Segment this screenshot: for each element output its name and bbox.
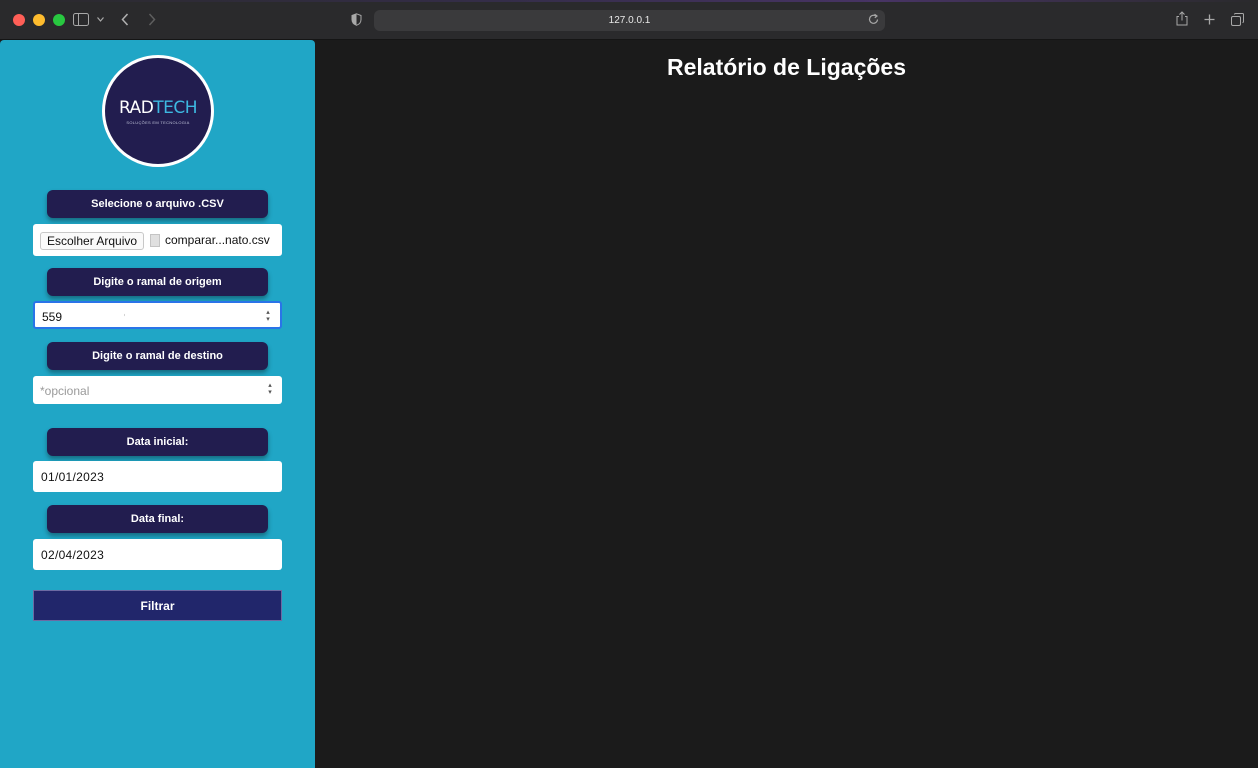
start-date-label: Data inicial:: [47, 428, 268, 456]
destination-placeholder: *opcional: [40, 384, 90, 398]
filter-sidebar: RADTECH SOLUÇÕES EM TECNOLOGIA Selecione…: [0, 40, 315, 768]
start-date-value: 01/01/2023: [41, 470, 105, 484]
end-date-input[interactable]: 02/04/2023: [33, 539, 282, 570]
page: RADTECH SOLUÇÕES EM TECNOLOGIA Selecione…: [0, 40, 1258, 768]
logo-text-tech: TECH: [153, 97, 198, 118]
csv-file-input[interactable]: Escolher Arquivo comparar...nato.csv: [33, 224, 282, 256]
chevron-right-icon[interactable]: [148, 13, 156, 26]
toolbar-accent: [0, 0, 1258, 2]
shield-icon[interactable]: [351, 13, 362, 26]
sidebar-toggle-icon[interactable]: [73, 13, 89, 26]
logo-text: RADTECH: [118, 97, 198, 118]
radtech-logo: RADTECH SOLUÇÕES EM TECNOLOGIA: [102, 55, 214, 167]
choose-file-button[interactable]: Escolher Arquivo: [40, 232, 145, 250]
browser-toolbar: 127.0.0.1: [0, 0, 1258, 40]
number-stepper-icon[interactable]: ▴ ▾: [266, 382, 274, 396]
chevron-down-icon[interactable]: [97, 17, 104, 22]
filter-button[interactable]: Filtrar: [33, 590, 282, 621]
chevron-left-icon[interactable]: [121, 13, 129, 26]
destination-label: Digite o ramal de destino: [47, 342, 268, 370]
share-icon[interactable]: [1176, 11, 1188, 26]
text-cursor-icon: [124, 314, 125, 316]
page-title: Relatório de Ligações: [666, 54, 906, 80]
end-date-value: 02/04/2023: [41, 548, 105, 562]
logo-text-rad: RAD: [118, 97, 154, 118]
origin-extension-input[interactable]: 559 ▴ ▾: [33, 301, 282, 329]
tabs-overview-icon[interactable]: [1231, 13, 1244, 26]
number-stepper-icon[interactable]: ▴ ▾: [264, 309, 272, 323]
minimize-window-button[interactable]: [33, 14, 45, 26]
document-icon: [150, 234, 160, 247]
origin-label: Digite o ramal de origem: [47, 268, 268, 296]
reload-icon[interactable]: [868, 13, 879, 25]
end-date-label: Data final:: [47, 505, 268, 533]
address-bar[interactable]: 127.0.0.1: [374, 10, 885, 31]
zoom-window-button[interactable]: [53, 14, 65, 26]
plus-icon[interactable]: [1204, 14, 1215, 25]
file-label: Selecione o arquivo .CSV: [47, 190, 268, 218]
destination-extension-input[interactable]: *opcional ▴ ▾: [33, 376, 282, 404]
address-text: 127.0.0.1: [608, 15, 651, 26]
selected-file-name: comparar...nato.csv: [165, 233, 270, 247]
close-window-button[interactable]: [13, 14, 25, 26]
logo-tagline: SOLUÇÕES EM TECNOLOGIA: [126, 119, 190, 125]
start-date-input[interactable]: 01/01/2023: [33, 461, 282, 492]
window-controls: [13, 14, 65, 26]
origin-extension-value: 559: [42, 310, 63, 324]
